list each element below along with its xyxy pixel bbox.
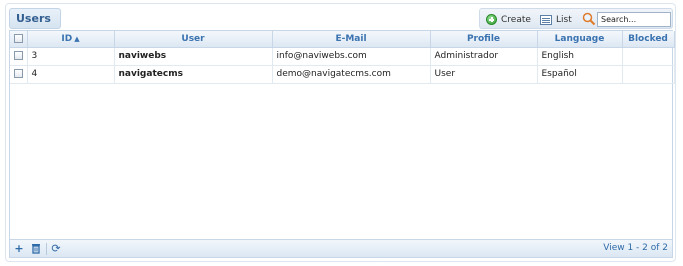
users-panel: Users Create List ID▲ User E- [5,3,676,262]
cell-blocked [622,65,675,84]
column-id-label: ID [61,33,73,44]
cell-language: English [537,47,623,66]
select-all-checkbox[interactable] [13,33,23,43]
users-table: ID ▲ User E-Mail Profile Language Blocked… [10,31,675,84]
users-grid: ID ▲ User E-Mail Profile Language Blocked… [9,30,675,258]
column-header-user[interactable]: User [114,31,273,48]
cell-id: 4 [27,65,115,84]
table-row[interactable]: 4 navigatecms demo@navigatecms.com User … [10,65,675,84]
search-icon[interactable] [582,12,596,26]
header-row: ID ▲ User E-Mail Profile Language Blocked [10,31,675,48]
cell-id: 3 [27,47,115,66]
cell-profile: Administrador [430,47,538,66]
column-header-blocked[interactable]: Blocked [622,31,675,48]
cell-email: demo@navigatecms.com [272,65,431,84]
cell-email: info@naviwebs.com [272,47,431,66]
list-icon [540,14,552,25]
toolbar: Create List [479,8,673,29]
pager-divider [46,243,47,255]
cell-profile: User [430,65,538,84]
column-header-profile[interactable]: Profile [430,31,538,48]
trash-icon[interactable] [30,243,42,255]
create-button[interactable]: Create [486,12,531,27]
list-label: List [556,14,572,25]
add-icon [486,14,497,25]
row-checkbox[interactable] [13,69,23,78]
table-row[interactable]: 3 naviwebs info@naviwebs.com Administrad… [10,47,675,66]
refresh-icon[interactable]: ⟳ [50,243,62,255]
panel-title: Users [9,8,61,29]
search-input[interactable] [597,12,671,27]
row-checkbox[interactable] [13,51,23,60]
add-row-icon[interactable]: + [13,243,25,255]
cell-user: navigatecms [114,65,273,84]
select-all-column[interactable] [10,31,28,48]
cell-language: Español [537,65,623,84]
pager-info: View 1 - 2 of 2 [603,243,668,253]
row-select-cell[interactable] [10,47,28,66]
pager-bar: + ⟳ View 1 - 2 of 2 [10,239,672,257]
sort-ascending-icon: ▲ [74,34,80,43]
column-header-language[interactable]: Language [537,31,623,48]
create-label: Create [501,14,531,25]
cell-user: naviwebs [114,47,273,66]
list-button[interactable]: List [540,12,572,27]
row-select-cell[interactable] [10,65,28,84]
cell-blocked [622,47,675,66]
column-header-id[interactable]: ID ▲ [27,31,115,48]
column-header-email[interactable]: E-Mail [272,31,431,48]
